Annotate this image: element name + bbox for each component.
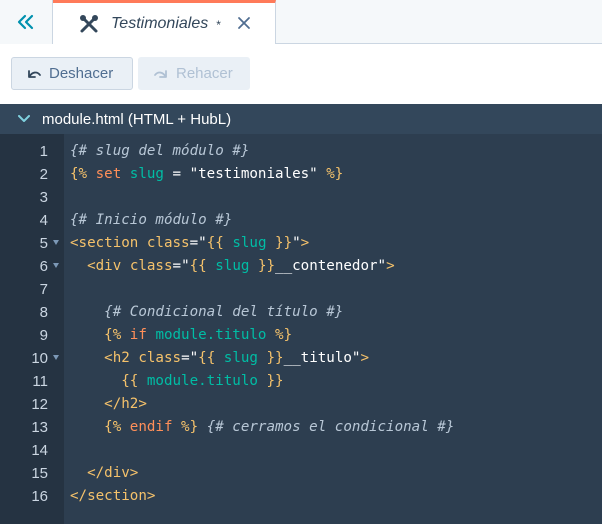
collapse-sidebar-button[interactable] [0, 0, 53, 44]
code-line[interactable]: 16 </section> [0, 485, 602, 508]
code-line[interactable]: 9 {% if module.titulo %} [0, 324, 602, 347]
code-text: {% endif %} {# cerramos el condicional #… [104, 419, 455, 435]
line-number: 16 [31, 488, 48, 505]
code-text: </h2> [104, 396, 147, 412]
code-text: {% if module.titulo %} [104, 327, 293, 343]
code-line[interactable]: 7 [0, 278, 602, 301]
line-number: 15 [31, 465, 48, 482]
line-number: 3 [39, 189, 48, 206]
undo-icon [28, 69, 41, 78]
code-line[interactable]: 10 <h2 class="{{ slug }}__titulo"> [0, 347, 602, 370]
wrench-screwdriver-icon [79, 14, 99, 34]
tab-label: Testimoniales [111, 15, 209, 32]
unsaved-indicator: * [216, 18, 221, 32]
double-chevron-left-icon [17, 14, 34, 30]
fold-arrow-icon[interactable] [53, 263, 59, 268]
code-line[interactable]: 1 {# slug del módulo #} [0, 140, 602, 163]
line-number: 12 [31, 396, 48, 413]
close-tab-button[interactable] [234, 13, 254, 33]
code-text: {# Inicio módulo #} [70, 212, 233, 228]
tab-bar: Testimoniales * [0, 0, 602, 45]
code-line[interactable]: 14 [0, 439, 602, 462]
code-line[interactable]: 13 {% endif %} {# cerramos el condiciona… [0, 416, 602, 439]
line-number: 9 [39, 327, 48, 344]
line-number: 11 [32, 373, 48, 390]
code-editor[interactable]: 1 {# slug del módulo #} 2 {% set slug = "te… [0, 134, 602, 524]
code-line[interactable]: 2 {% set slug = "testimoniales" %} [0, 163, 602, 186]
code-text: {# Condicional del título #} [104, 304, 344, 320]
fold-arrow-icon[interactable] [53, 355, 59, 360]
redo-label: Rehacer [176, 65, 233, 82]
code-line[interactable]: 8 {# Condicional del título #} [0, 301, 602, 324]
code-line[interactable]: 11 {{ module.titulo }} [0, 370, 602, 393]
code-text: {{ module.titulo }} [121, 373, 284, 389]
editor-toolbar: Deshacer Rehacer [0, 44, 602, 104]
line-number: 5 [39, 235, 48, 252]
code-line[interactable]: 3 [0, 186, 602, 209]
code-line[interactable]: 4 {# Inicio módulo #} [0, 209, 602, 232]
code-text: </section> [70, 488, 156, 504]
chevron-down-icon [18, 115, 30, 123]
line-number: 8 [39, 304, 48, 321]
line-number: 10 [31, 350, 48, 367]
redo-icon [154, 69, 167, 78]
code-text: <section class="{{ slug }}"> [70, 235, 310, 251]
code-text: <h2 class="{{ slug }}__titulo"> [104, 350, 369, 366]
code-line[interactable]: 5 <section class="{{ slug }}"> [0, 232, 602, 255]
code-text: </div> [87, 465, 139, 481]
line-number: 13 [31, 419, 48, 436]
code-line[interactable]: 6 <div class="{{ slug }}__contenedor"> [0, 255, 602, 278]
undo-label: Deshacer [49, 65, 114, 82]
line-number: 1 [39, 143, 48, 160]
code-text: <div class="{{ slug }}__contenedor"> [87, 258, 395, 274]
code-line[interactable]: 15 </div> [0, 462, 602, 485]
file-section-header[interactable]: module.html (HTML + HubL) [0, 104, 602, 134]
line-number: 4 [39, 212, 48, 229]
code-line[interactable]: 12 </h2> [0, 393, 602, 416]
redo-button[interactable]: Rehacer [138, 57, 250, 90]
fold-arrow-icon[interactable] [53, 240, 59, 245]
file-title: module.html (HTML + HubL) [42, 110, 232, 128]
line-number: 7 [39, 281, 48, 298]
code-text: {# slug del módulo #} [70, 143, 250, 159]
close-icon [238, 17, 250, 29]
line-number: 14 [31, 442, 48, 459]
code-text: {% set slug = "testimoniales" %} [70, 166, 344, 182]
line-number: 2 [39, 166, 48, 183]
line-number: 6 [39, 258, 48, 275]
undo-button[interactable]: Deshacer [11, 57, 133, 90]
tab-testimoniales[interactable]: Testimoniales * [53, 0, 276, 45]
